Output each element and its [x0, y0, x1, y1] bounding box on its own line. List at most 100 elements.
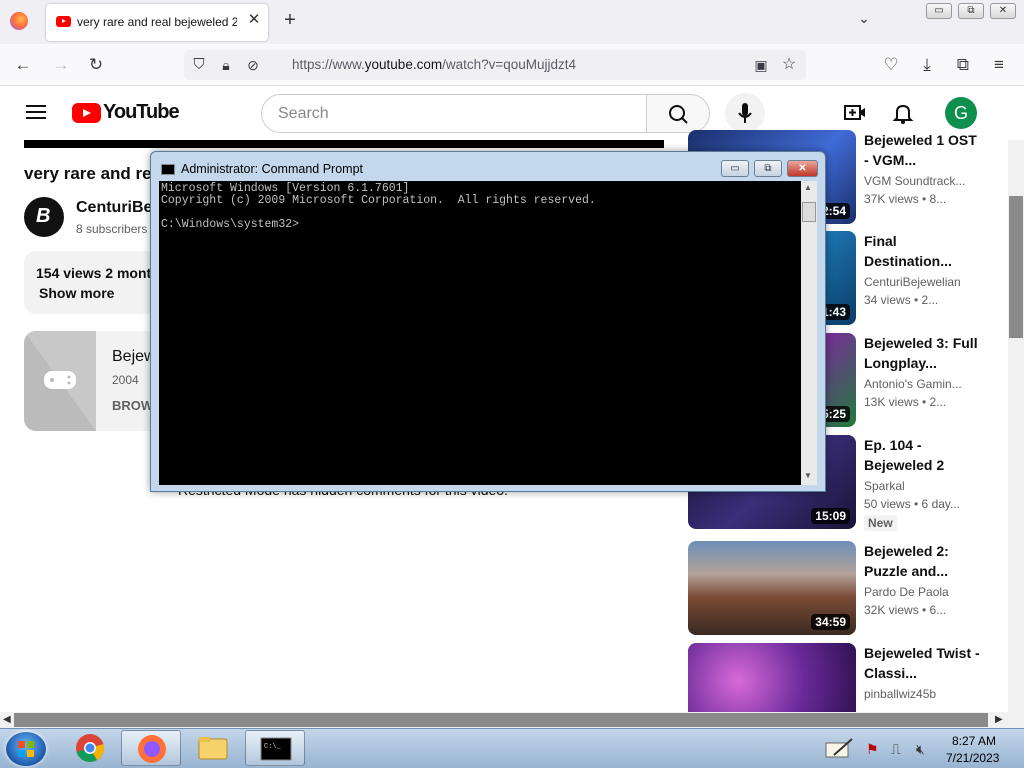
windows-taskbar: C:\_ ⚑ ⎍ 🔇︎ 8:27 AM 7/21/2023	[0, 728, 1024, 768]
star-icon[interactable]: ☆	[778, 54, 800, 76]
scroll-left-icon[interactable]: ◀	[3, 714, 11, 725]
horizontal-scrollbar[interactable]: ◀ ▶	[0, 712, 1024, 728]
voice-search-button[interactable]	[725, 93, 765, 133]
game-card[interactable]: Bejew 2004 BROW	[24, 331, 164, 431]
create-video-icon[interactable]	[843, 102, 867, 124]
recommendation-meta: 13K views • 2...	[864, 395, 947, 409]
explorer-taskbar-button[interactable]	[183, 730, 243, 766]
view-count: 154 views 2 mont	[36, 265, 152, 281]
recommendation-title[interactable]: Bejeweled Twist - Classi...	[864, 643, 984, 683]
permissions-icon[interactable]: ⊘	[242, 54, 264, 76]
recommendation-channel[interactable]: CenturiBejewelian	[864, 275, 961, 289]
command-prompt-window[interactable]: Administrator: Command Prompt ▭ ⧉ ✕ Micr…	[150, 151, 826, 492]
cmd-scrollbar[interactable]: ▲ ▼	[801, 181, 817, 485]
tab-close-icon[interactable]: ✕	[244, 10, 264, 30]
recommendation-channel[interactable]: pinballwiz45b	[864, 687, 936, 701]
cmd-close-button[interactable]: ✕	[787, 160, 818, 177]
tab-list-chevron-icon[interactable]: ⌄	[854, 10, 874, 30]
microphone-icon	[738, 103, 752, 123]
reader-icon[interactable]: ▣	[750, 54, 772, 76]
cmd-window-title: Administrator: Command Prompt	[181, 162, 364, 176]
minimize-button[interactable]: ▭	[926, 3, 952, 19]
clock-date[interactable]: 7/21/2023	[946, 751, 999, 765]
cmd-scrollbar-thumb[interactable]	[802, 202, 816, 222]
close-window-button[interactable]: ✕	[990, 3, 1016, 19]
video-thumbnail[interactable]: 34:59	[688, 541, 856, 635]
vertical-scrollbar[interactable]	[1008, 140, 1024, 712]
pocket-icon[interactable]: ♡	[880, 54, 902, 76]
shield-icon[interactable]: ⛉	[188, 54, 210, 76]
download-icon[interactable]: ⤓	[916, 54, 938, 76]
recommendation-meta: 34 views • 2...	[864, 293, 939, 307]
recommendation-channel[interactable]: Pardo De Paola	[864, 585, 949, 599]
recommendation-channel[interactable]: Antonio's Gamin...	[864, 377, 962, 391]
horizontal-scrollbar-thumb[interactable]	[14, 713, 988, 727]
video-player[interactable]	[24, 140, 664, 148]
flag-icon[interactable]: ⚑	[866, 741, 879, 758]
recommendation-channel[interactable]: Sparkal	[864, 479, 905, 493]
lock-icon[interactable]: 🔒︎	[215, 54, 237, 76]
cmd-icon	[161, 164, 175, 175]
url-text[interactable]: https://www.youtube.com/watch?v=qouMujjd…	[292, 57, 576, 72]
duration-badge: 34:59	[811, 614, 850, 630]
cmd-taskbar-button[interactable]: C:\_	[245, 730, 305, 766]
search-icon	[669, 105, 688, 124]
forward-icon[interactable]: →	[50, 54, 72, 76]
clock-time[interactable]: 8:27 AM	[950, 734, 998, 748]
firefox-icon	[138, 735, 166, 763]
youtube-logo-text[interactable]: YouTube	[103, 101, 180, 124]
recommendation-item[interactable]: Bejeweled Twist - Classi... pinballwiz45…	[688, 643, 1008, 712]
browser-tab-bar: very rare and real bejeweled 2 b ✕ + ⌄ ▭…	[0, 0, 1024, 44]
volume-muted-icon[interactable]: 🔇︎	[916, 741, 925, 758]
recommendation-title[interactable]: Ep. 104 - Bejeweled 2	[864, 435, 984, 475]
search-input[interactable]: Search	[261, 94, 647, 133]
new-tab-button[interactable]: +	[280, 10, 300, 30]
reload-icon[interactable]: ↻	[85, 54, 107, 76]
cmd-minimize-button[interactable]: ▭	[721, 160, 749, 177]
recommendation-meta: 50 views • 6 day...	[864, 497, 961, 511]
scroll-up-icon[interactable]: ▲	[804, 183, 812, 192]
browse-game-link[interactable]: BROW	[112, 398, 153, 413]
recommendation-channel[interactable]: VGM Soundtrack...	[864, 174, 965, 188]
firefox-taskbar-button[interactable]	[121, 730, 181, 766]
vertical-scrollbar-thumb[interactable]	[1009, 196, 1023, 338]
search-placeholder: Search	[278, 105, 329, 122]
notifications-bell-icon[interactable]	[892, 102, 914, 124]
start-button[interactable]	[6, 732, 46, 766]
show-more-button[interactable]: Show more	[39, 285, 114, 301]
url-bar[interactable]: ⛉ 🔒︎ ⊘ https://www.youtube.com/watch?v=q…	[184, 50, 806, 80]
recommendation-title[interactable]: Bejeweled 2: Puzzle and...	[864, 541, 984, 581]
video-thumbnail[interactable]	[688, 643, 856, 712]
firefox-icon[interactable]	[10, 12, 28, 30]
scroll-down-icon[interactable]: ▼	[804, 471, 812, 480]
cmd-console[interactable]: Microsoft Windows [Version 6.1.7601] Cop…	[159, 181, 817, 485]
duration-badge: 15:09	[811, 508, 850, 524]
maximize-button[interactable]: ⧉	[958, 3, 984, 19]
recommendation-title[interactable]: Bejeweled 3: Full Longplay...	[864, 333, 984, 373]
back-icon[interactable]: ←	[12, 54, 34, 76]
scroll-right-icon[interactable]: ▶	[995, 714, 1003, 725]
menu-icon[interactable]: ≡	[988, 54, 1010, 76]
account-avatar[interactable]: G	[945, 97, 977, 129]
tab-title: very rare and real bejeweled 2 b	[77, 15, 237, 29]
cmd-maximize-button[interactable]: ⧉	[754, 160, 782, 177]
recommendation-title[interactable]: Final Destination...	[864, 231, 984, 271]
browser-tab[interactable]: very rare and real bejeweled 2 b ✕	[46, 4, 268, 41]
network-icon[interactable]: ⎍	[891, 741, 901, 758]
youtube-logo-icon[interactable]	[72, 103, 101, 123]
game-thumbnail	[24, 331, 96, 431]
hamburger-menu-icon[interactable]	[26, 105, 46, 119]
recommendation-title[interactable]: Bejeweled 1 OST - VGM...	[864, 130, 984, 170]
youtube-favicon-icon	[56, 16, 71, 27]
recommendation-item[interactable]: 34:59 Bejeweled 2: Puzzle and... Pardo D…	[688, 541, 1008, 635]
search-button[interactable]	[646, 94, 710, 133]
channel-name[interactable]: CenturiBej	[76, 199, 157, 217]
recommendation-meta: 32K views • 6...	[864, 603, 947, 617]
description-box[interactable]: 154 views 2 mont Show more	[24, 251, 164, 314]
folder-icon	[198, 737, 228, 760]
extensions-icon[interactable]: ⧉	[952, 54, 974, 76]
chrome-taskbar-button[interactable]	[60, 730, 120, 766]
action-center-icon[interactable]	[824, 737, 854, 759]
channel-avatar[interactable]	[24, 197, 64, 237]
subscriber-count: 8 subscribers	[76, 222, 148, 236]
